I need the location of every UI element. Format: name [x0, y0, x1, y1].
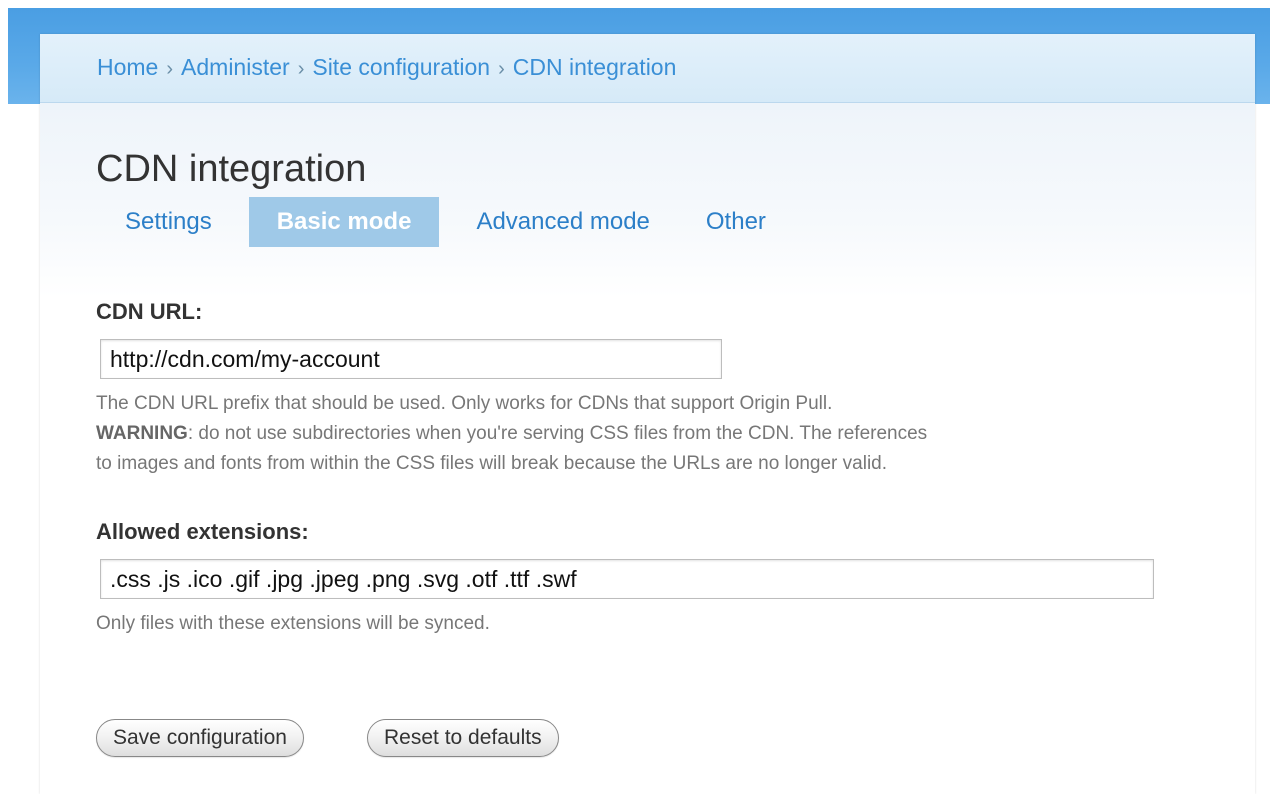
cdn-url-help-text: The CDN URL prefix that should be used. … [96, 393, 833, 414]
save-configuration-button[interactable]: Save configuration [96, 719, 304, 757]
cdn-url-input[interactable] [100, 339, 722, 379]
cdn-url-label: CDN URL: [96, 299, 203, 324]
breadcrumb-separator: › [297, 58, 305, 80]
tab-bar: Settings Basic mode Advanced mode Other [96, 197, 794, 247]
tab-settings[interactable]: Settings [96, 197, 240, 247]
page-title: CDN integration [96, 148, 367, 190]
breadcrumb-separator: › [166, 58, 174, 80]
allowed-extensions-label: Allowed extensions: [96, 519, 309, 544]
tab-other[interactable]: Other [678, 197, 794, 247]
breadcrumb-site-configuration-link[interactable]: Site configuration [312, 54, 490, 80]
tab-advanced-mode[interactable]: Advanced mode [448, 197, 677, 247]
warning-text-continued: to images and fonts from within the CSS … [96, 453, 888, 474]
breadcrumb-separator: › [498, 58, 505, 80]
breadcrumb-home-link[interactable]: Home [97, 54, 158, 80]
cdn-url-warning-line: WARNING: do not use subdirectories when … [96, 419, 927, 449]
allowed-extensions-description: Only files with these extensions will be… [96, 613, 490, 634]
tab-basic-mode[interactable]: Basic mode [248, 197, 440, 247]
breadcrumb-bar: Home › Administer › Site configuration › CDN i… [40, 34, 1255, 103]
warning-label: WARNING [96, 423, 188, 444]
reset-to-defaults-button[interactable]: Reset to defaults [367, 719, 559, 757]
content-panel: Home › Administer › Site configuration › CDN i… [40, 34, 1255, 794]
breadcrumb: Home › Administer › Site configuration › CDN i… [97, 54, 676, 81]
breadcrumb-administer-link[interactable]: Administer [181, 54, 290, 80]
warning-text: : do not use subdirectories when you're … [187, 423, 928, 444]
cdn-url-description: The CDN URL prefix that should be used. … [96, 389, 927, 479]
breadcrumb-cdn-integration-link[interactable]: CDN integration [513, 54, 677, 80]
allowed-extensions-input[interactable] [100, 559, 1154, 599]
